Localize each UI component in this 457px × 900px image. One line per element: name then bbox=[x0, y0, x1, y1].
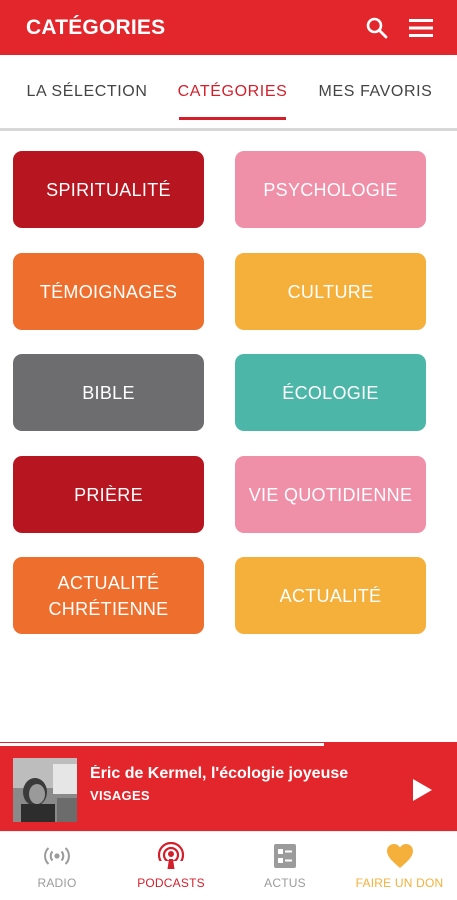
tab-mes-favoris[interactable]: MES FAVORIS bbox=[308, 55, 443, 128]
episode-show-name: VISAGES bbox=[90, 788, 150, 803]
nav-actus-label: ACTUS bbox=[264, 876, 306, 890]
episode-thumbnail bbox=[13, 758, 77, 822]
mini-player[interactable]: Éric de Kermel, l'écologie joyeuse VISAG… bbox=[0, 747, 457, 831]
category-spiritualite[interactable]: SPIRITUALITÉ bbox=[13, 151, 204, 228]
category-priere[interactable]: PRIÈRE bbox=[13, 456, 204, 533]
nav-radio[interactable]: RADIO bbox=[0, 832, 114, 900]
search-button[interactable] bbox=[355, 6, 399, 50]
bottom-navigation: RADIO PODCASTS ACTUS FAIRE UN DON bbox=[0, 831, 457, 900]
active-tab-indicator bbox=[179, 117, 286, 120]
hamburger-menu-icon bbox=[409, 18, 433, 37]
category-bible[interactable]: BIBLE bbox=[13, 354, 204, 431]
nav-podcasts-label: PODCASTS bbox=[137, 876, 205, 890]
category-psychologie[interactable]: PSYCHOLOGIE bbox=[235, 151, 426, 228]
play-icon bbox=[413, 779, 432, 801]
search-icon bbox=[366, 17, 388, 38]
radio-icon bbox=[44, 847, 70, 865]
category-actualite[interactable]: ACTUALITÉ bbox=[235, 557, 426, 634]
category-vie-quotidienne[interactable]: VIE QUOTIDIENNE bbox=[235, 456, 426, 533]
nav-podcasts[interactable]: PODCASTS bbox=[114, 832, 228, 900]
player-progress-fill bbox=[0, 743, 325, 746]
heart-icon bbox=[386, 844, 413, 868]
news-icon bbox=[274, 844, 296, 868]
tab-bar: LA SÉLECTION CATÉGORIES MES FAVORIS bbox=[0, 55, 457, 131]
app-bar: CATÉGORIES bbox=[0, 0, 457, 55]
nav-faire-un-don-label: FAIRE UN DON bbox=[355, 876, 444, 890]
category-actualite-chretienne[interactable]: ACTUALITÉ CHRÉTIENNE bbox=[13, 557, 204, 634]
play-button[interactable] bbox=[400, 768, 444, 812]
menu-button[interactable] bbox=[399, 6, 443, 50]
nav-faire-un-don[interactable]: FAIRE UN DON bbox=[342, 832, 457, 900]
tab-la-selection[interactable]: LA SÉLECTION bbox=[12, 55, 162, 128]
category-culture[interactable]: CULTURE bbox=[235, 253, 426, 330]
nav-radio-label: RADIO bbox=[37, 876, 77, 890]
nav-actus[interactable]: ACTUS bbox=[228, 832, 342, 900]
category-ecologie[interactable]: ÉCOLOGIE bbox=[235, 354, 426, 431]
podcast-icon bbox=[157, 842, 185, 870]
episode-title: Éric de Kermel, l'écologie joyeuse bbox=[90, 765, 349, 782]
page-title: CATÉGORIES bbox=[26, 15, 166, 39]
category-temoignages[interactable]: TÉMOIGNAGES bbox=[13, 253, 204, 330]
